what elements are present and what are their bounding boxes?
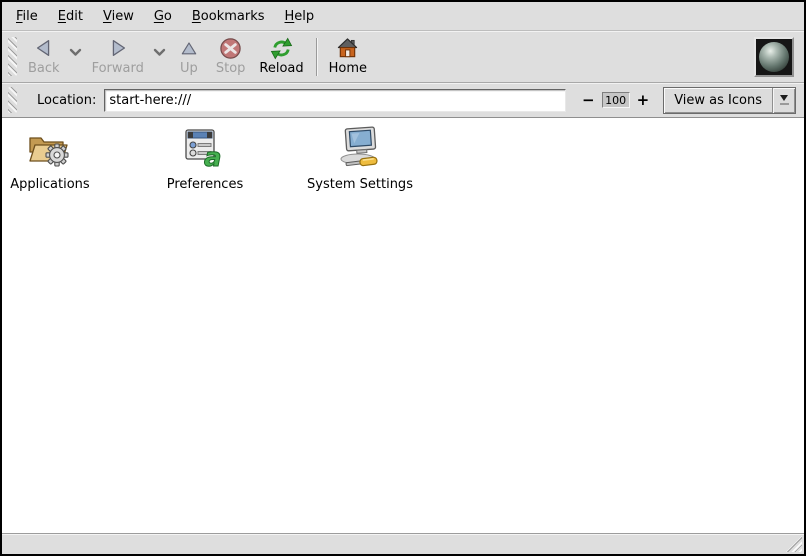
stop-button[interactable]: Stop xyxy=(209,34,253,80)
svg-text:a: a xyxy=(204,143,222,170)
location-label: Location: xyxy=(37,93,96,108)
reload-label: Reload xyxy=(259,61,303,76)
stop-label: Stop xyxy=(216,61,246,76)
toolbar-grip[interactable] xyxy=(8,37,17,77)
home-icon xyxy=(336,37,359,60)
chevron-down-icon xyxy=(69,42,82,61)
view-mode-dropdown[interactable]: View as Icons xyxy=(663,87,796,114)
chevron-down-icon xyxy=(153,42,166,61)
up-arrow-icon xyxy=(179,37,199,60)
forward-arrow-icon xyxy=(107,37,129,60)
location-bar: Location: − 100 + View as Icons xyxy=(2,83,804,117)
zoom-level-indicator[interactable]: 100 xyxy=(602,92,630,108)
menu-go[interactable]: Go xyxy=(144,5,182,28)
menu-help[interactable]: Help xyxy=(275,5,325,28)
back-label: Back xyxy=(28,61,60,76)
icon-label: Preferences xyxy=(167,177,243,192)
file-manager-window: File Edit View Go Bookmarks Help Back Fo… xyxy=(0,0,806,556)
icon-preferences[interactable]: a Preferences xyxy=(157,126,253,192)
home-button[interactable]: Home xyxy=(322,34,374,80)
throbber-button[interactable] xyxy=(754,37,794,77)
up-label: Up xyxy=(180,61,198,76)
toolbar-separator xyxy=(316,38,317,76)
back-button[interactable]: Back xyxy=(21,34,67,80)
icon-view[interactable]: Applications a Preferences xyxy=(2,117,804,533)
view-mode-label: View as Icons xyxy=(674,93,762,108)
forward-button[interactable]: Forward xyxy=(85,34,151,80)
tool-bar: Back Forward Up xyxy=(2,31,804,83)
back-arrow-icon xyxy=(33,37,55,60)
dropdown-arrow-icon xyxy=(773,88,795,113)
computer-screwdriver-icon xyxy=(334,126,386,174)
preferences-dialog-icon: a xyxy=(182,126,228,174)
menu-view[interactable]: View xyxy=(93,5,144,28)
icon-applications[interactable]: Applications xyxy=(2,126,98,192)
forward-label: Forward xyxy=(92,61,144,76)
icon-label: System Settings xyxy=(307,177,413,192)
reload-button[interactable]: Reload xyxy=(252,34,310,80)
status-bar xyxy=(2,533,804,554)
icon-label: Applications xyxy=(10,177,89,192)
applications-folder-gear-icon xyxy=(26,126,74,174)
menu-edit[interactable]: Edit xyxy=(48,5,93,28)
home-label: Home xyxy=(329,61,367,76)
icon-system-settings[interactable]: System Settings xyxy=(312,126,408,192)
menu-bookmarks[interactable]: Bookmarks xyxy=(182,5,275,28)
menu-file[interactable]: File xyxy=(6,5,48,28)
forward-history-dropdown[interactable] xyxy=(151,34,169,80)
menu-bar: File Edit View Go Bookmarks Help xyxy=(2,2,804,31)
resize-grip[interactable] xyxy=(786,536,802,552)
throbber-globe-icon xyxy=(759,42,789,72)
reload-icon xyxy=(270,37,293,60)
up-button[interactable]: Up xyxy=(169,34,209,80)
stop-icon xyxy=(219,37,242,60)
location-bar-grip[interactable] xyxy=(8,87,17,114)
location-input[interactable] xyxy=(104,89,566,112)
zoom-in-button[interactable]: + xyxy=(633,92,654,108)
zoom-controls: − 100 + xyxy=(578,92,653,108)
zoom-out-button[interactable]: − xyxy=(578,92,599,108)
back-history-dropdown[interactable] xyxy=(67,34,85,80)
